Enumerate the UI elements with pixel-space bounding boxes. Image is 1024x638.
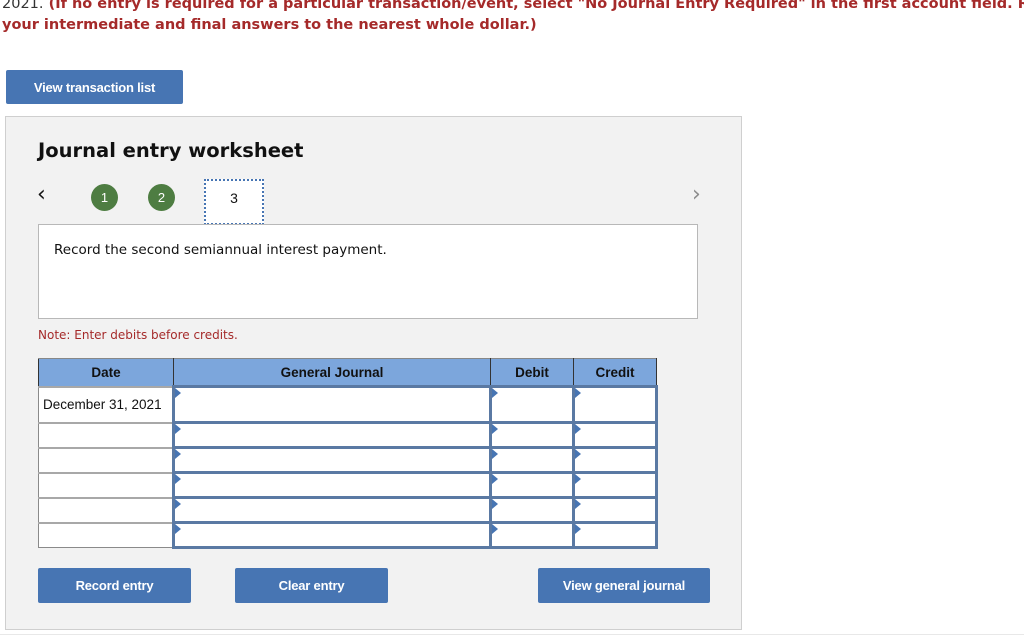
date-cell bbox=[38, 471, 174, 498]
view-transaction-list-button[interactable]: View transaction list bbox=[6, 70, 183, 104]
credit-cell[interactable] bbox=[572, 471, 658, 499]
header-debit: Debit bbox=[490, 358, 574, 387]
account-cell[interactable] bbox=[172, 521, 492, 549]
account-input[interactable] bbox=[175, 524, 489, 546]
journal-entry-worksheet-panel: Journal entry worksheet ‹ 1 2 3 › Record… bbox=[5, 116, 742, 630]
credit-input[interactable] bbox=[575, 499, 655, 521]
debit-cell[interactable] bbox=[489, 521, 575, 549]
debit-cell[interactable] bbox=[489, 496, 575, 524]
table-row bbox=[38, 496, 658, 524]
date-cell: December 31, 2021 bbox=[38, 385, 174, 423]
instructions-line-2: your intermediate and final answers to t… bbox=[2, 17, 537, 33]
credit-cell[interactable] bbox=[572, 385, 658, 424]
header-credit: Credit bbox=[573, 358, 657, 387]
credit-cell[interactable] bbox=[572, 446, 658, 474]
credit-input[interactable] bbox=[575, 474, 655, 496]
credit-input[interactable] bbox=[575, 388, 655, 421]
clear-entry-button[interactable]: Clear entry bbox=[235, 568, 388, 603]
account-input[interactable] bbox=[175, 424, 489, 446]
table-row: December 31, 2021 bbox=[38, 385, 658, 424]
step-3-tab-active[interactable]: 3 bbox=[204, 179, 264, 225]
debit-input[interactable] bbox=[492, 499, 572, 521]
table-row bbox=[38, 471, 658, 499]
credit-input[interactable] bbox=[575, 424, 655, 446]
credit-cell[interactable] bbox=[572, 521, 658, 549]
account-cell[interactable] bbox=[172, 385, 492, 424]
header-general-journal: General Journal bbox=[173, 358, 491, 387]
account-cell[interactable] bbox=[172, 446, 492, 474]
transaction-description-box: Record the second semiannual interest pa… bbox=[38, 224, 698, 319]
date-cell bbox=[38, 496, 174, 523]
table-row bbox=[38, 521, 658, 549]
step-2-button[interactable]: 2 bbox=[148, 184, 175, 211]
view-general-journal-button[interactable]: View general journal bbox=[538, 568, 710, 603]
account-cell[interactable] bbox=[172, 421, 492, 449]
account-input[interactable] bbox=[175, 388, 489, 421]
date-cell bbox=[38, 421, 174, 448]
step-1-button[interactable]: 1 bbox=[91, 184, 118, 211]
chevron-right-icon[interactable]: › bbox=[692, 182, 701, 207]
debit-input[interactable] bbox=[492, 424, 572, 446]
chevron-left-icon[interactable]: ‹ bbox=[37, 182, 46, 207]
header-date: Date bbox=[38, 358, 174, 387]
account-cell[interactable] bbox=[172, 496, 492, 524]
instructions-text: 2021. (If no entry is required for a par… bbox=[2, 0, 1024, 36]
debit-cell[interactable] bbox=[489, 471, 575, 499]
table-row bbox=[38, 446, 658, 474]
credit-cell[interactable] bbox=[572, 496, 658, 524]
debit-input[interactable] bbox=[492, 449, 572, 471]
debits-before-credits-note: Note: Enter debits before credits. bbox=[38, 328, 238, 342]
account-input[interactable] bbox=[175, 474, 489, 496]
account-cell[interactable] bbox=[172, 471, 492, 499]
credit-input[interactable] bbox=[575, 524, 655, 546]
transaction-description: Record the second semiannual interest pa… bbox=[54, 242, 387, 258]
divider bbox=[0, 634, 1024, 635]
date-cell bbox=[38, 446, 174, 473]
record-entry-button[interactable]: Record entry bbox=[38, 568, 191, 603]
credit-input[interactable] bbox=[575, 449, 655, 471]
debit-input[interactable] bbox=[492, 524, 572, 546]
debit-cell[interactable] bbox=[489, 446, 575, 474]
account-input[interactable] bbox=[175, 499, 489, 521]
instructions-line-1: 2021. (If no entry is required for a par… bbox=[2, 0, 1024, 12]
debit-cell[interactable] bbox=[489, 421, 575, 449]
table-header-row: Date General Journal Debit Credit bbox=[38, 358, 657, 387]
journal-entry-table: Date General Journal Debit Credit Decemb… bbox=[38, 358, 658, 549]
account-input[interactable] bbox=[175, 449, 489, 471]
debit-input[interactable] bbox=[492, 388, 572, 421]
date-cell bbox=[38, 521, 174, 548]
table-row bbox=[38, 421, 658, 449]
debit-input[interactable] bbox=[492, 474, 572, 496]
credit-cell[interactable] bbox=[572, 421, 658, 449]
worksheet-title: Journal entry worksheet bbox=[38, 139, 304, 162]
debit-cell[interactable] bbox=[489, 385, 575, 424]
